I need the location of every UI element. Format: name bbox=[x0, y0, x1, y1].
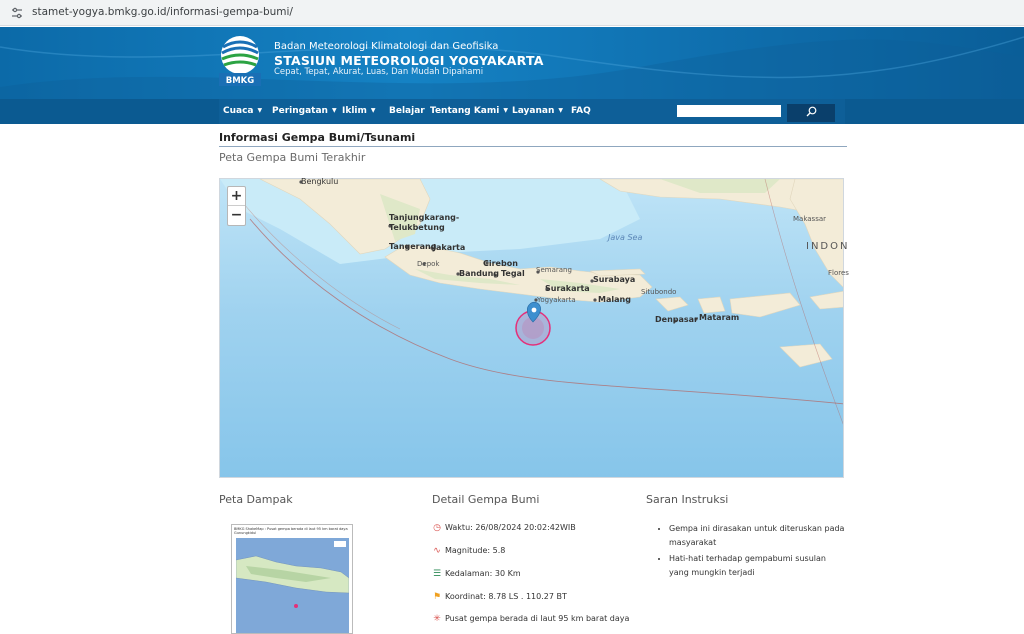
depth-icon: ☰ bbox=[432, 569, 442, 579]
map-label: INDON bbox=[806, 241, 850, 252]
detail-time: ◷ Waktu: 26/08/2024 20:02:42WIB bbox=[433, 523, 576, 533]
browser-address-bar[interactable]: stamet-yogya.bmkg.go.id/informasi-gempa-… bbox=[0, 0, 1024, 26]
page-title: Informasi Gempa Bumi/Tsunami bbox=[219, 131, 416, 144]
tagline: Cepat, Tepat, Akurat, Luas, Dan Mudah Di… bbox=[274, 67, 484, 77]
map-label: Telukbetung bbox=[389, 223, 445, 232]
advice-item: Gempa ini dirasakan untuk diteruskan pad… bbox=[669, 522, 845, 550]
map-label: Situbondo bbox=[641, 288, 677, 296]
bmkg-logo[interactable]: BMKG bbox=[219, 35, 261, 86]
map-label: Cirebon bbox=[483, 259, 518, 268]
caret-down-icon: ▼ bbox=[370, 107, 376, 114]
map-canvas[interactable] bbox=[220, 179, 844, 478]
logo-text: BMKG bbox=[226, 76, 255, 86]
epicenter-icon: ✳ bbox=[433, 614, 441, 624]
caret-down-icon: ▼ bbox=[331, 107, 337, 114]
map-label: Semarang bbox=[536, 266, 572, 274]
nav-item-peringatan[interactable]: Peringatan ▼ bbox=[272, 106, 337, 116]
zoom-control: + − bbox=[227, 186, 246, 226]
flag-icon: ⚑ bbox=[432, 592, 442, 602]
nav-item-iklim[interactable]: Iklim ▼ bbox=[342, 106, 376, 116]
detail-depth: ☰ Kedalaman: 30 Km bbox=[432, 569, 521, 579]
org-name: Badan Meteorologi Klimatologi dan Geofis… bbox=[274, 41, 499, 52]
advice-heading: Saran Instruksi bbox=[646, 493, 729, 506]
seismograph-icon: ∿ bbox=[433, 546, 441, 556]
nav-item-faq[interactable]: FAQ bbox=[571, 106, 591, 116]
clock-icon: ◷ bbox=[433, 523, 441, 533]
advice-list: Gempa ini dirasakan untuk diteruskan pad… bbox=[655, 522, 845, 582]
map-label: Tangerang bbox=[389, 242, 437, 251]
map-label: Bengkulu bbox=[301, 177, 339, 186]
map-label: Surabaya bbox=[593, 275, 636, 284]
detail-epicenter: ✳ Pusat gempa berada di laut 95 km barat … bbox=[433, 614, 630, 624]
detail-heading: Detail Gempa Bumi bbox=[432, 493, 540, 506]
shakemap-title: BMKG ShakeMap : Pusat gempa berada di la… bbox=[234, 527, 348, 535]
map-label: Tanjungkarang- bbox=[389, 213, 460, 222]
map-label: Yogyakarta bbox=[537, 296, 576, 304]
detail-magnitude: ∿ Magnitude: 5.8 bbox=[433, 546, 506, 556]
detail-coordinates: ⚑ Koordinat: 8.78 LS . 110.27 BT bbox=[432, 592, 567, 602]
station-name: STASIUN METEOROLOGI YOGYAKARTA bbox=[274, 53, 544, 68]
earthquake-map[interactable] bbox=[219, 178, 844, 478]
map-label: Tegal bbox=[501, 269, 525, 278]
map-label: Malang bbox=[598, 295, 631, 304]
map-label: Mataram bbox=[699, 313, 740, 322]
search-button[interactable] bbox=[787, 104, 835, 122]
caret-down-icon: ▼ bbox=[503, 107, 508, 114]
map-label: Depok bbox=[417, 260, 440, 268]
caret-down-icon: ▼ bbox=[558, 107, 563, 114]
caret-down-icon: ▼ bbox=[257, 107, 263, 114]
nav-item-layanan[interactable]: Layanan ▼ bbox=[512, 106, 563, 116]
title-divider bbox=[219, 146, 847, 147]
impact-map-heading: Peta Dampak bbox=[219, 493, 293, 506]
zoom-out-button[interactable]: − bbox=[228, 206, 245, 225]
map-label: Jakarta bbox=[433, 243, 466, 252]
map-label: Denpasar bbox=[655, 315, 698, 324]
map-label: Makassar bbox=[793, 215, 827, 223]
url-text[interactable]: stamet-yogya.bmkg.go.id/informasi-gempa-… bbox=[32, 6, 293, 18]
map-label: Surakarta bbox=[545, 284, 590, 293]
site-settings-icon[interactable] bbox=[10, 6, 24, 20]
map-label: Bandung bbox=[459, 269, 500, 278]
nav-item-tentang-kami[interactable]: Tentang Kami ▼ bbox=[430, 106, 508, 116]
map-label: Flores bbox=[828, 269, 849, 277]
shakemap-image[interactable]: BMKG ShakeMap : Pusat gempa berada di la… bbox=[231, 524, 353, 634]
shakemap-map bbox=[235, 538, 350, 633]
nav-item-belajar[interactable]: Belajar bbox=[389, 106, 425, 116]
nav-item-cuaca[interactable]: Cuaca ▼ bbox=[223, 106, 262, 116]
advice-item: Hati-hati terhadap gempabumi susulan yan… bbox=[669, 552, 845, 580]
map-label: Java Sea bbox=[608, 233, 643, 242]
search-input[interactable] bbox=[677, 105, 781, 117]
zoom-in-button[interactable]: + bbox=[228, 187, 245, 206]
map-section-title: Peta Gempa Bumi Terakhir bbox=[219, 151, 366, 164]
search-icon bbox=[806, 106, 816, 117]
